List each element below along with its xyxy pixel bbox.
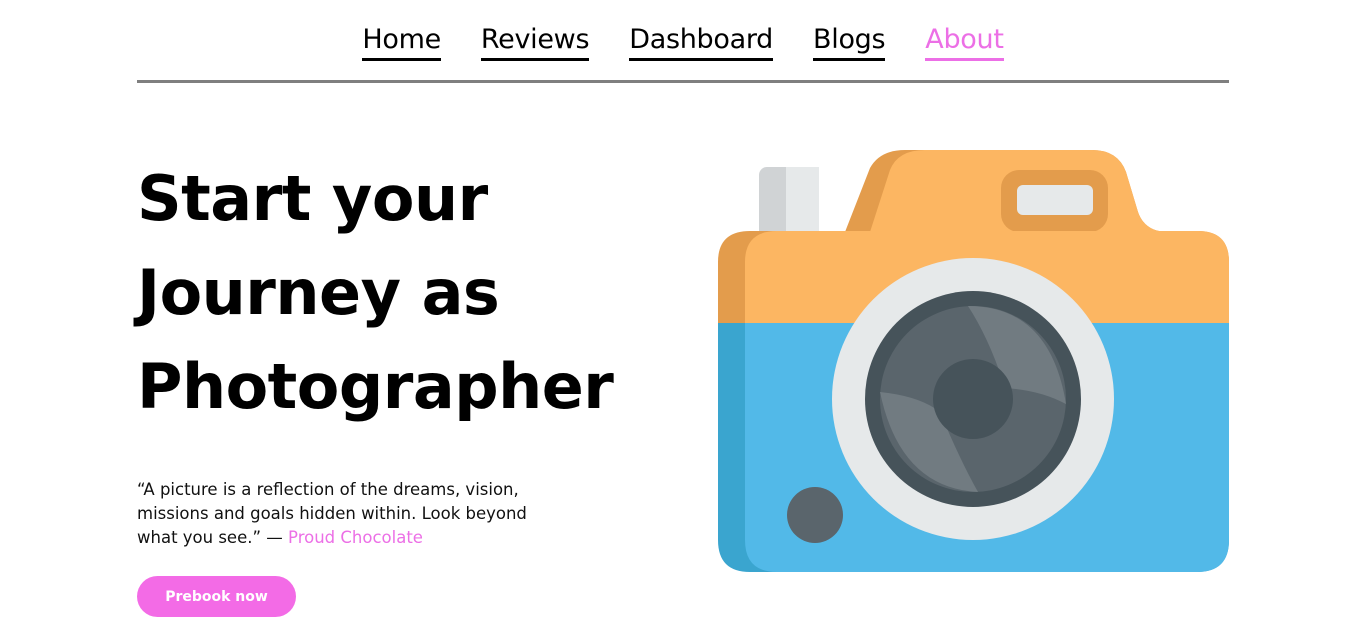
main-nav: Home Reviews Dashboard Blogs About xyxy=(137,0,1229,83)
hero-title-line-2: Journey as xyxy=(137,256,500,329)
hero-title-line-3: Photographer xyxy=(137,350,614,423)
camera-flash xyxy=(787,487,843,543)
hero-quote: “A picture is a reflection of the dreams… xyxy=(137,478,527,550)
nav-dashboard[interactable]: Dashboard xyxy=(629,22,773,61)
nav-blogs[interactable]: Blogs xyxy=(813,22,886,61)
nav-home[interactable]: Home xyxy=(362,22,441,61)
camera-icon xyxy=(718,150,1229,572)
nav-about[interactable]: About xyxy=(925,22,1004,61)
hero-title-line-1: Start your xyxy=(137,162,488,235)
prebook-button[interactable]: Prebook now xyxy=(137,576,296,617)
quote-author-link[interactable]: Proud Chocolate xyxy=(288,528,423,547)
hero-title: Start your Journey as Photographer xyxy=(137,152,697,434)
nav-reviews[interactable]: Reviews xyxy=(480,22,590,61)
